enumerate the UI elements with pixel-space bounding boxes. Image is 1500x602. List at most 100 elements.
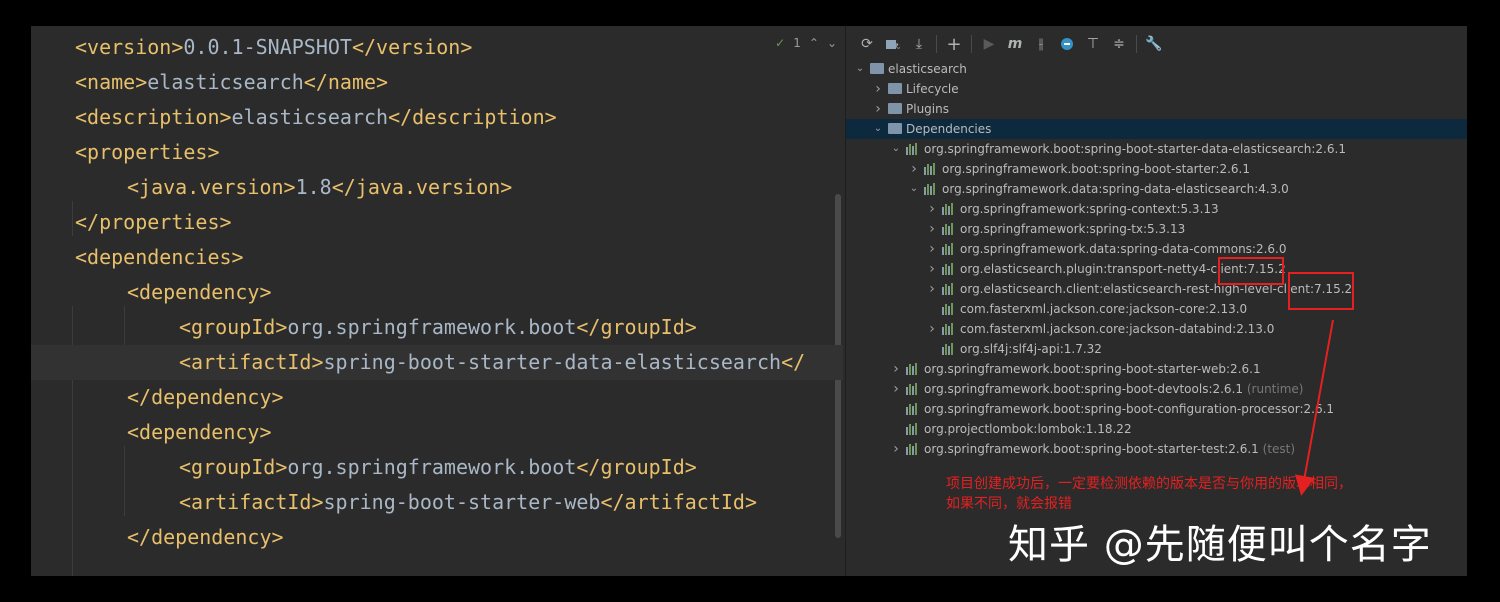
tree-item[interactable]: ⌄ Dependencies <box>846 119 1467 139</box>
folder-icon <box>870 63 884 74</box>
xml-tag: </name> <box>303 70 389 94</box>
refresh-icon[interactable]: ⟳ <box>854 32 880 56</box>
tree-item[interactable]: org.projectlombok:lombok:1.18.22 <box>846 419 1467 439</box>
inspection-widget[interactable]: ✓ 1 ⌃ ⌄ <box>775 36 837 50</box>
chevron-right-icon[interactable]: › <box>890 359 902 379</box>
toolbar-separator <box>1136 35 1137 53</box>
tree-item-label: org.slf4j:slf4j-api:1.7.32 <box>960 339 1102 359</box>
tree-item[interactable]: com.fasterxml.jackson.core:jackson-core:… <box>846 299 1467 319</box>
chevron-down-icon[interactable]: ⌄ <box>872 119 884 139</box>
artifact-coordinates: org.springframework:spring-context:5.3.1… <box>960 202 1219 216</box>
tree-item[interactable]: › org.springframework.boot:spring-boot-st… <box>846 359 1467 379</box>
dependency-icon <box>942 323 955 335</box>
chevron-right-icon[interactable]: › <box>926 239 938 259</box>
chevron-right-icon[interactable]: › <box>890 379 902 399</box>
dependency-icon <box>942 223 955 235</box>
run-icon[interactable]: ▶ <box>976 32 1002 56</box>
tree-item-label: elasticsearch <box>888 59 967 79</box>
chevron-right-icon[interactable]: › <box>908 159 920 179</box>
watermark: 知乎 @先随便叫个名字 <box>1008 522 1432 568</box>
folder-icon <box>888 83 902 94</box>
xml-text: elasticsearch <box>147 70 304 94</box>
tree-item[interactable]: › org.elasticsearch.client:elasticsearch-… <box>846 279 1467 299</box>
tree-item[interactable]: › Plugins <box>846 99 1467 119</box>
chevron-right-icon[interactable]: › <box>872 79 884 99</box>
xml-tag: </version> <box>351 35 473 59</box>
chevron-right-icon[interactable]: › <box>926 259 938 279</box>
annotation-line-1: 项目创建成功后，一定要检测依赖的版本是否与你用的版本相同， <box>946 476 1352 492</box>
tree-item[interactable]: ⌄ org.springframework.boot:spring-boot-st… <box>846 139 1467 159</box>
chevron-right-icon[interactable]: › <box>926 219 938 239</box>
artifact-coordinates: Dependencies <box>906 122 992 136</box>
settings-icon[interactable]: 🔧 <box>1141 32 1167 56</box>
chevron-down-icon[interactable]: ⌄ <box>854 59 866 79</box>
chevron-right-icon[interactable]: › <box>926 279 938 299</box>
tree-item-label: com.fasterxml.jackson.core:jackson-datab… <box>960 319 1274 339</box>
artifact-coordinates: com.fasterxml.jackson.core:jackson-core:… <box>960 302 1248 316</box>
code-editor[interactable]: ✓ 1 ⌃ ⌄ <version>0.0.1-SNAPSHOT</version… <box>31 26 845 576</box>
toggle-offline-icon[interactable]: ⫲ <box>1028 32 1054 56</box>
download-icon[interactable]: ⤓ <box>906 32 932 56</box>
tree-item[interactable]: › org.elasticsearch.plugin:transport-nett… <box>846 259 1467 279</box>
tree-item[interactable]: › org.springframework:spring-context:5.3.… <box>846 199 1467 219</box>
prev-highlight-icon[interactable]: ⌃ <box>809 36 819 50</box>
artifact-coordinates: org.springframework.boot:spring-boot-sta… <box>942 162 1250 176</box>
chevron-down-icon[interactable]: ⌄ <box>908 179 920 199</box>
xml-text: elasticsearch <box>231 105 389 129</box>
inspection-count: 1 <box>793 36 801 50</box>
tree-item[interactable]: › com.fasterxml.jackson.core:jackson-data… <box>846 319 1467 339</box>
xml-tag: <name> <box>75 70 148 94</box>
dependency-icon <box>942 243 955 255</box>
annotation-line-2: 如果不同，就会报错 <box>946 496 1072 512</box>
dependency-icon <box>942 203 955 215</box>
tree-item[interactable]: › Lifecycle <box>846 79 1467 99</box>
tree-item-label: org.springframework.data:spring-data-ela… <box>942 179 1289 199</box>
dependency-icon <box>906 143 919 155</box>
tree-item[interactable]: › org.springframework.boot:spring-boot-de… <box>846 379 1467 399</box>
show-dependencies-icon[interactable]: ⊤ <box>1080 32 1106 56</box>
artifact-coordinates: org.springframework.boot:spring-boot-dev… <box>924 382 1244 396</box>
tree-item[interactable]: ⌄ org.springframework.data:spring-data-el… <box>846 179 1467 199</box>
collapse-icon[interactable]: ≑ <box>1106 32 1132 56</box>
reimport-icon[interactable]: ↻ <box>880 32 906 56</box>
tree-item-label: org.springframework.boot:spring-boot-sta… <box>924 139 1346 159</box>
artifact-coordinates: org.springframework.boot:spring-boot-sta… <box>924 142 1346 156</box>
tree-item-label: org.springframework:spring-context:5.3.1… <box>960 199 1219 219</box>
dependency-icon <box>924 163 937 175</box>
maven-goal-icon[interactable]: m <box>1002 32 1028 56</box>
tree-item[interactable]: org.slf4j:slf4j-api:1.7.32 <box>846 339 1467 359</box>
chevron-right-icon[interactable]: › <box>926 199 938 219</box>
code-line[interactable]: <artifactId>spring-boot-starter-data-ela… <box>31 345 843 380</box>
indent-guide <box>72 201 73 236</box>
xml-tag: <artifactId> <box>179 490 324 514</box>
dependency-icon <box>906 403 919 415</box>
tree-item[interactable]: › org.springframework.boot:spring-boot-st… <box>846 159 1467 179</box>
chevron-right-icon[interactable]: › <box>926 319 938 339</box>
tree-item[interactable]: › org.springframework:spring-tx:5.3.13 <box>846 219 1467 239</box>
xml-tag: </ <box>781 350 806 374</box>
artifact-coordinates: org.springframework.data:spring-data-com… <box>960 242 1287 256</box>
artifact-coordinates: org.springframework.data:spring-data-ela… <box>942 182 1289 196</box>
dependency-icon <box>906 443 919 455</box>
tree-item-label: org.springframework.boot:spring-boot-dev… <box>924 379 1303 399</box>
dependency-icon <box>942 263 955 275</box>
skip-tests-icon[interactable] <box>1054 32 1080 56</box>
next-highlight-icon[interactable]: ⌄ <box>827 36 837 50</box>
tree-item[interactable]: org.springframework.boot:spring-boot-con… <box>846 399 1467 419</box>
artifact-coordinates: com.fasterxml.jackson.core:jackson-datab… <box>960 322 1275 336</box>
add-icon[interactable]: + <box>941 32 967 56</box>
tree-item[interactable]: ⌄ elasticsearch <box>846 59 1467 79</box>
chevron-right-icon[interactable]: › <box>890 439 902 459</box>
toolbar-separator <box>936 35 937 53</box>
tree-item[interactable]: › org.springframework.boot:spring-boot-st… <box>846 439 1467 459</box>
xml-tag: <groupId> <box>179 315 288 339</box>
tree-item[interactable]: › org.springframework.data:spring-data-co… <box>846 239 1467 259</box>
tree-item-label: org.springframework.data:spring-data-com… <box>960 239 1287 259</box>
chevron-down-icon[interactable]: ⌄ <box>890 139 902 159</box>
folder-icon <box>888 123 902 134</box>
dependency-scope: (runtime) <box>1243 382 1304 396</box>
inspection-check-icon[interactable]: ✓ <box>775 36 785 50</box>
chevron-right-icon[interactable]: › <box>872 99 884 119</box>
indent-guide <box>124 446 125 516</box>
dependency-scope: (test) <box>1258 442 1296 456</box>
